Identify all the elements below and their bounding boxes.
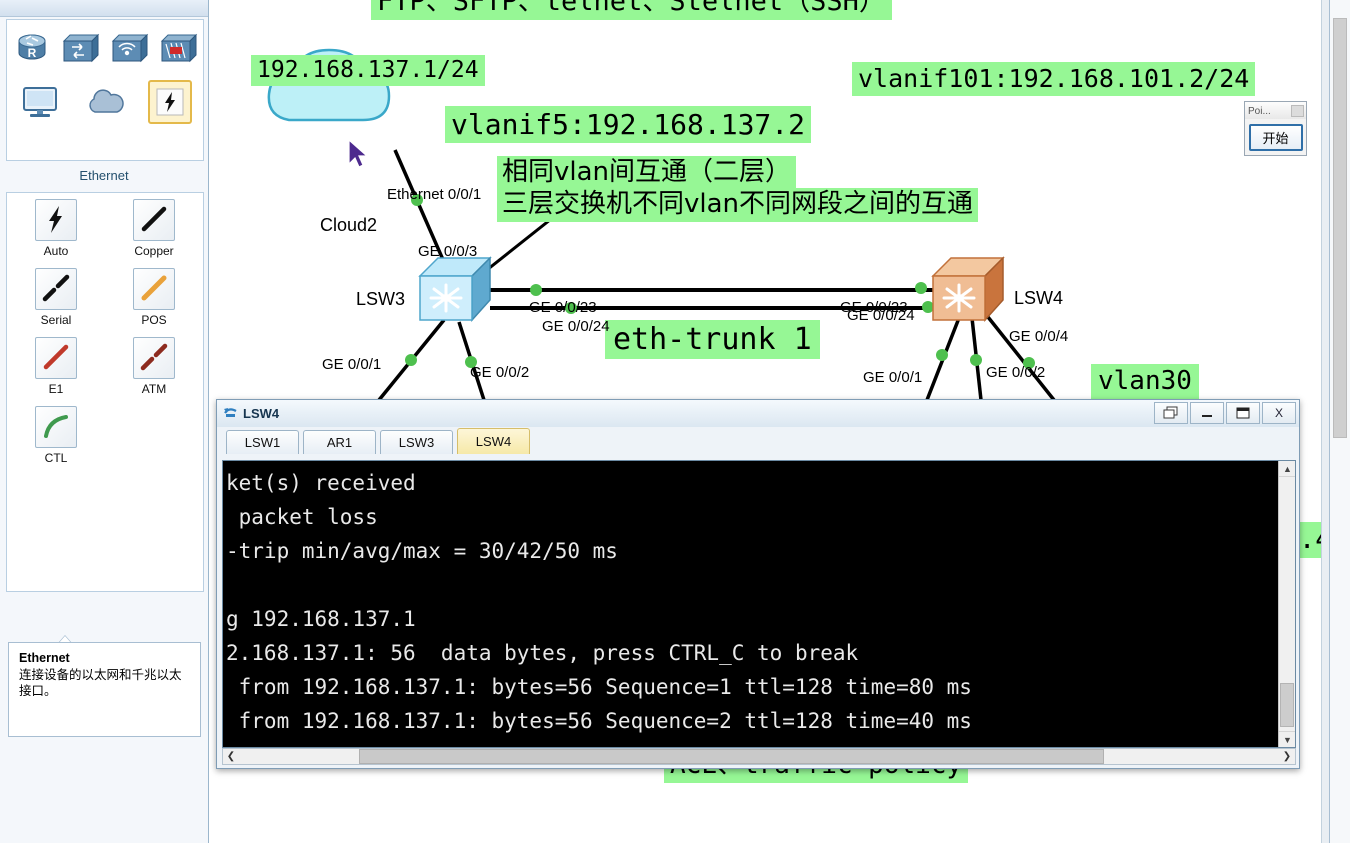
scroll-up-icon[interactable]: ▲ <box>1279 461 1295 477</box>
minimize-icon[interactable] <box>1190 402 1224 424</box>
annotation-top-banner: FTP、SFTP、telnet、Stelnet（SSH） <box>371 0 892 20</box>
interface-label: GE 0/0/24 <box>542 318 610 335</box>
serial-link-icon <box>35 268 77 310</box>
device-row-2 <box>7 70 203 124</box>
canvas-right-edge <box>1321 0 1329 843</box>
annotation-cloud-ip: 192.168.137.1/24 <box>251 55 485 87</box>
router-icon[interactable]: R <box>10 26 54 70</box>
device-group: R <box>6 19 204 161</box>
pos-link-icon <box>133 268 175 310</box>
link-row-4: CTL <box>7 406 203 475</box>
terminal-title-text: LSW4 <box>243 406 280 421</box>
app-vertical-scrollbar[interactable] <box>1329 0 1350 843</box>
annotation-note-line2: 三层交换机不同vlan不同网段之间的互通 <box>497 188 979 222</box>
link-item-e1[interactable]: E1 <box>7 337 105 396</box>
interface-label: Ethernet 0/0/1 <box>387 186 482 203</box>
maximize-icon[interactable] <box>1226 402 1260 424</box>
interface-label: GE 0/0/24 <box>847 307 915 324</box>
annotation-vlan30: vlan30 <box>1091 364 1199 399</box>
app-root: R Ethernet Auto Copper Serial POS E1 ATM… <box>0 0 1350 843</box>
interface-label: GE 0/0/2 <box>986 364 1046 381</box>
switch-icon[interactable] <box>59 26 103 70</box>
annotation-note-line1: 相同vlan间互通（二层） <box>497 156 797 190</box>
scroll-left-icon[interactable]: ❮ <box>223 749 239 764</box>
link-label: CTL <box>44 451 68 465</box>
link-item-ctl[interactable]: CTL <box>7 406 105 465</box>
e1-link-icon <box>35 337 77 379</box>
close-icon[interactable]: X <box>1262 402 1296 424</box>
device-palette-sidebar: R Ethernet Auto Copper Serial POS E1 ATM… <box>0 0 209 843</box>
interface-label: GE 0/0/4 <box>1009 328 1069 345</box>
device-label-lsw4: LSW4 <box>1014 288 1064 308</box>
link-item-empty <box>105 406 203 465</box>
terminal-tab-bar: LSW1 AR1 LSW3 LSW4 <box>217 427 1299 454</box>
interface-label: GE 0/0/2 <box>470 364 530 381</box>
link-label: E1 <box>48 382 64 396</box>
terminal-window[interactable]: LSW4 X LSW1 AR1 LSW3 LSW4 ket(s) receive… <box>216 399 1300 769</box>
interface-label: GE 0/0/23 <box>529 299 597 316</box>
terminal-vscroll-thumb[interactable] <box>1280 683 1294 727</box>
poi-titlebar: Poi... <box>1245 102 1306 119</box>
app-vertical-scrollbar-thumb[interactable] <box>1333 18 1347 438</box>
cloud-icon[interactable] <box>83 80 127 124</box>
ctl-link-icon <box>35 406 77 448</box>
tab-ar1[interactable]: AR1 <box>303 430 376 454</box>
terminal-horizontal-scrollbar[interactable]: ❮ ❯ <box>222 748 1296 765</box>
firewall-icon[interactable] <box>157 26 201 70</box>
terminal-hscroll-thumb[interactable] <box>359 749 1104 764</box>
close-icon[interactable] <box>1291 105 1304 117</box>
tab-lsw4[interactable]: LSW4 <box>457 428 530 454</box>
device-label-cloud2: Cloud2 <box>320 215 378 235</box>
scroll-right-icon[interactable]: ❯ <box>1279 749 1295 764</box>
terminal-titlebar[interactable]: LSW4 X <box>217 400 1299 427</box>
connection-icon[interactable] <box>148 80 193 124</box>
wlan-ap-icon[interactable] <box>108 26 152 70</box>
interface-label: GE 0/0/3 <box>418 243 478 260</box>
svg-text:R: R <box>27 46 36 60</box>
restore-icon[interactable] <box>1154 402 1188 424</box>
link-item-auto[interactable]: Auto <box>7 199 105 258</box>
link-row-2: Serial POS <box>7 268 203 337</box>
auto-link-icon <box>35 199 77 241</box>
poi-title-text: Poi... <box>1248 105 1271 117</box>
link-item-serial[interactable]: Serial <box>7 268 105 327</box>
atm-link-icon <box>133 337 175 379</box>
link-label: ATM <box>141 382 167 396</box>
link-row-1: Auto Copper <box>7 199 203 268</box>
terminal-window-buttons: X <box>1152 402 1296 424</box>
device-label-lsw3: LSW3 <box>356 289 406 309</box>
scroll-down-icon[interactable]: ▼ <box>1279 731 1295 747</box>
device-row-1: R <box>7 20 203 70</box>
annotation-eth-trunk: eth-trunk 1 <box>605 320 820 360</box>
tab-lsw1[interactable]: LSW1 <box>226 430 299 454</box>
copper-link-icon <box>133 199 175 241</box>
poi-start-button[interactable]: 开始 <box>1248 124 1303 151</box>
section-title-ethernet: Ethernet <box>0 161 208 190</box>
link-label: Serial <box>40 313 72 327</box>
tooltip-title: Ethernet <box>19 651 70 665</box>
terminal-output-text: ket(s) received packet loss -trip min/av… <box>226 471 972 733</box>
link-label: Auto <box>43 244 69 258</box>
terminal-output-area[interactable]: ket(s) received packet loss -trip min/av… <box>222 460 1296 748</box>
terminal-app-icon <box>223 404 238 424</box>
tab-lsw3[interactable]: LSW3 <box>380 430 453 454</box>
palette-header <box>0 0 208 17</box>
poi-popup-window[interactable]: Poi... 开始 <box>1244 101 1307 156</box>
terminal-hscroll-track[interactable] <box>239 749 1279 764</box>
annotation-vlanif101: vlanif101:192.168.101.2/24 <box>852 62 1256 96</box>
link-label: POS <box>141 313 167 327</box>
link-item-atm[interactable]: ATM <box>105 337 203 396</box>
interface-label: GE 0/0/1 <box>863 369 923 386</box>
interface-label: GE 0/0/1 <box>322 356 382 373</box>
terminal-vertical-scrollbar[interactable]: ▲ ▼ <box>1278 461 1295 747</box>
pc-icon[interactable] <box>18 80 62 124</box>
link-type-group: Auto Copper Serial POS E1 ATM CTL <box>6 192 204 592</box>
annotation-vlanif5: vlanif5:192.168.137.2 <box>445 106 812 144</box>
link-label: Copper <box>134 244 174 258</box>
link-item-copper[interactable]: Copper <box>105 199 203 258</box>
link-row-3: E1 ATM <box>7 337 203 406</box>
palette-tooltip: Ethernet 连接设备的以太网和千兆以太接口。 <box>8 642 201 737</box>
link-item-pos[interactable]: POS <box>105 268 203 327</box>
tooltip-body: 连接设备的以太网和千兆以太接口。 <box>19 668 182 698</box>
